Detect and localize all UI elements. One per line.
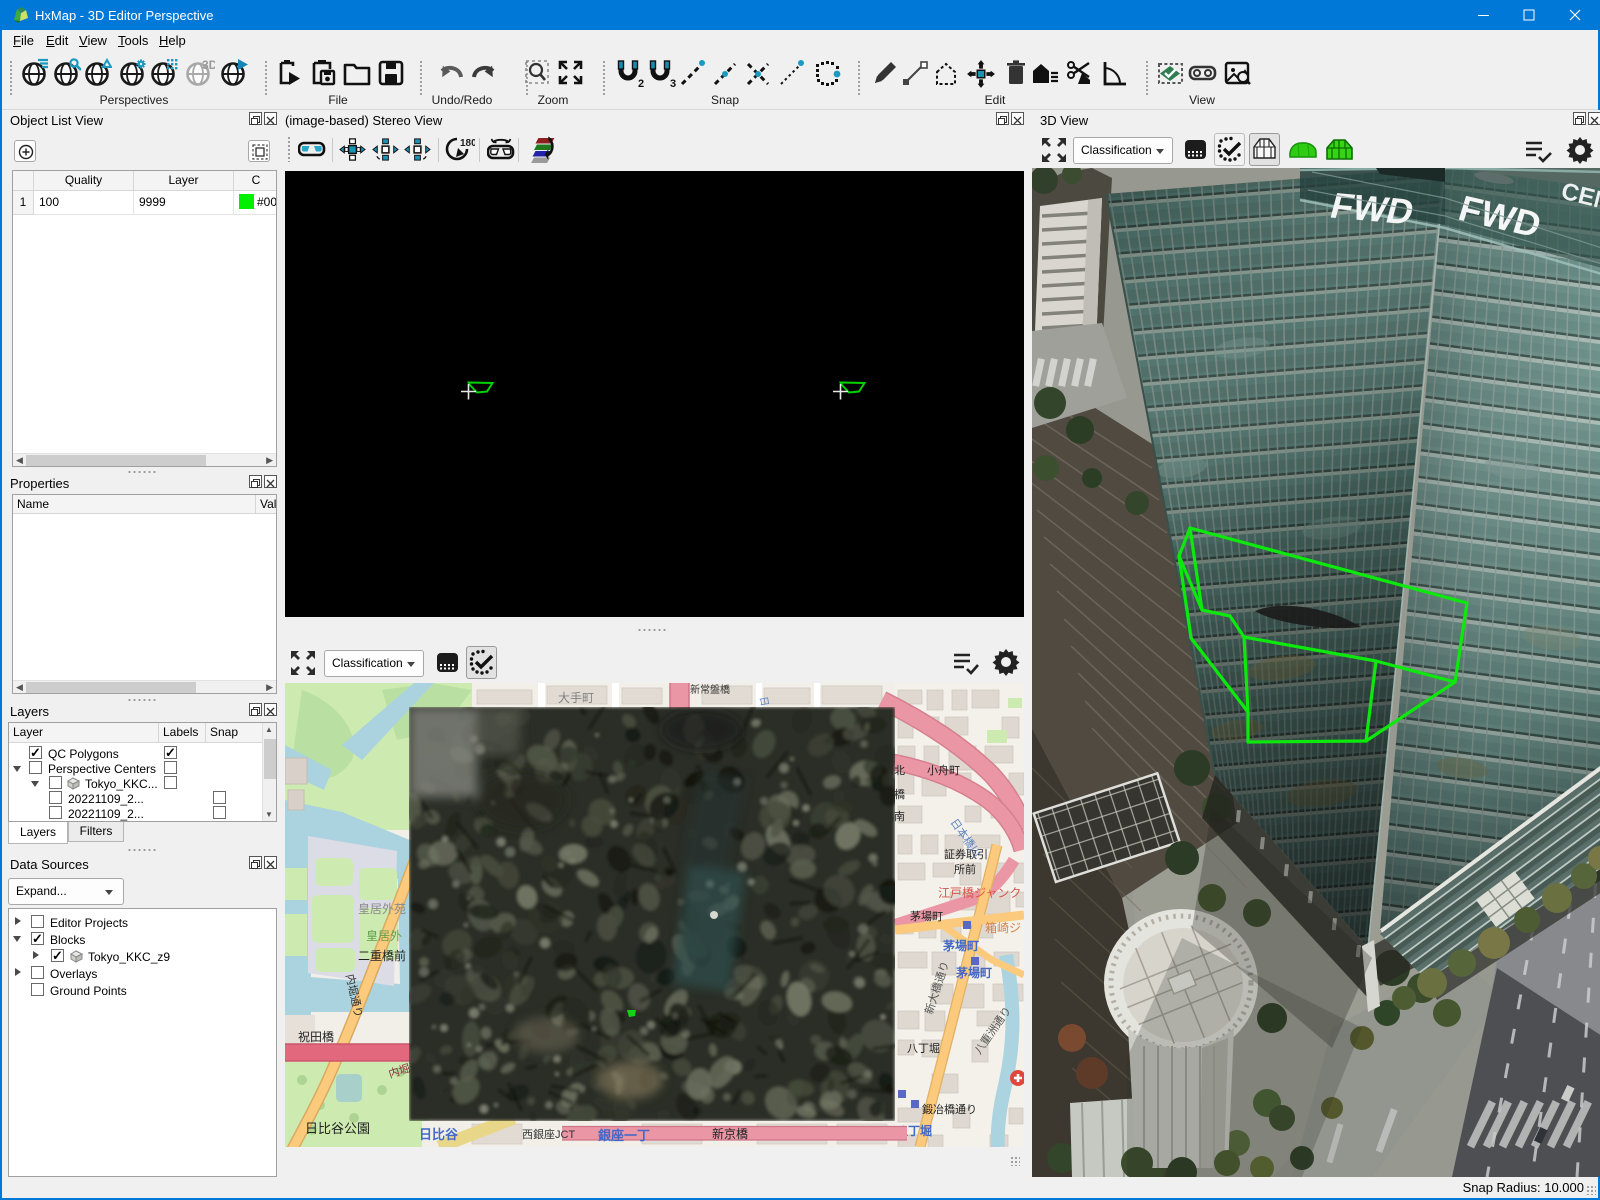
svg-text:新京橋: 新京橋 (712, 1126, 748, 1141)
svg-text:2: 2 (638, 78, 644, 90)
svg-text:皇居外: 皇居外 (366, 929, 402, 943)
svg-text:3: 3 (670, 78, 676, 90)
svg-text:八丁堀: 八丁堀 (907, 1042, 940, 1055)
svg-text:箱崎ジ: 箱崎ジ (985, 920, 1021, 935)
svg-text:祝田橋: 祝田橋 (298, 1030, 334, 1044)
svg-text:日: 日 (757, 696, 770, 708)
svg-text:180: 180 (460, 138, 475, 149)
svg-text:日比谷: 日比谷 (419, 1127, 459, 1142)
svg-text:西銀座JCT: 西銀座JCT (522, 1127, 575, 1141)
svg-text:新常盤橋: 新常盤橋 (690, 683, 730, 696)
svg-text:茅場町: 茅場町 (910, 910, 943, 923)
svg-text:茅場町: 茅場町 (956, 965, 992, 980)
svg-text:皇居外苑: 皇居外苑 (358, 902, 406, 916)
svg-text:茅場町: 茅場町 (943, 938, 979, 953)
svg-text:銀座一丁: 銀座一丁 (598, 1128, 650, 1143)
svg-text:江戸橋ジャンク: 江戸橋ジャンク (938, 886, 1021, 900)
svg-text:大手町: 大手町 (558, 691, 594, 705)
svg-text:所前: 所前 (954, 862, 976, 876)
svg-text:3D: 3D (202, 58, 215, 72)
svg-text:鍛冶橋通り: 鍛冶橋通り (922, 1102, 977, 1116)
svg-text:二重橋前: 二重橋前 (358, 948, 406, 963)
svg-text:小舟町: 小舟町 (927, 763, 960, 777)
svg-text:日比谷公園: 日比谷公園 (305, 1121, 370, 1136)
